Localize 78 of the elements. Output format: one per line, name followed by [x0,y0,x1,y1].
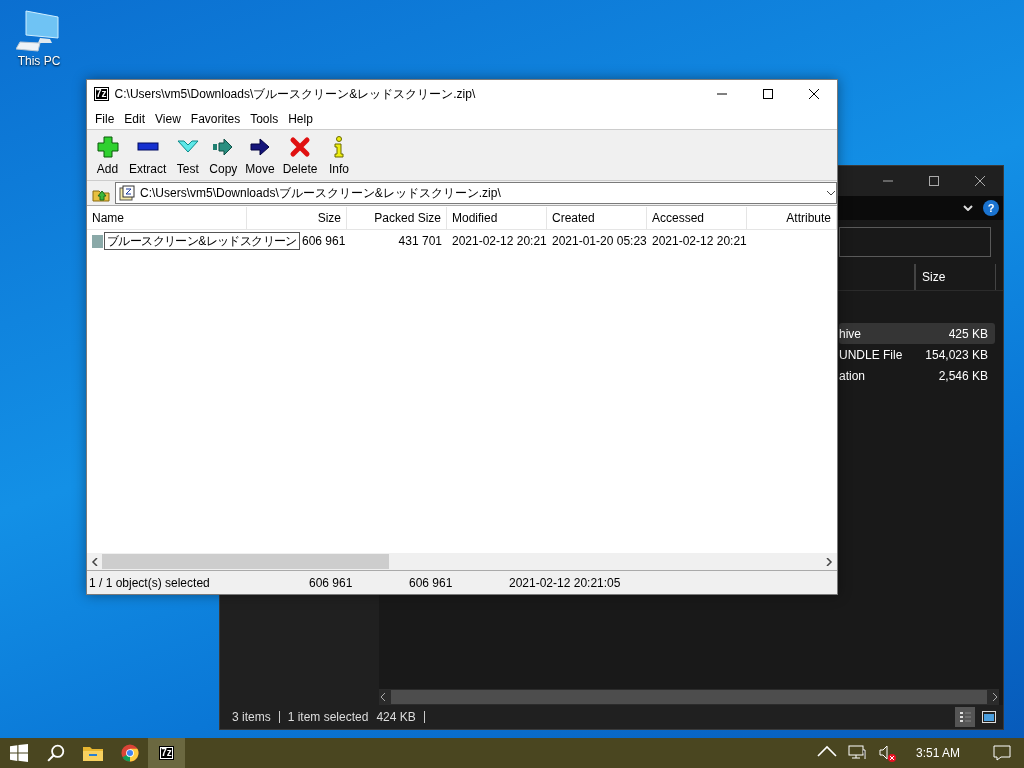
scroll-left-icon[interactable] [379,693,387,701]
status-text: 606 961 [408,575,454,590]
close-icon [975,176,985,186]
status-text: 606 961 [308,575,354,590]
column-header[interactable]: Size [247,207,347,229]
window-icon [982,711,996,723]
table-cell-text: 2021-01-20 05:23 [551,234,647,248]
plus-icon [95,134,120,159]
menu-item[interactable]: Tools [245,111,284,126]
table-cell-text: 431 701 [397,234,443,248]
scrollbar-thumb[interactable] [391,690,987,704]
browser-logo-icon [119,744,140,762]
menu-item[interactable]: Edit [119,111,151,126]
scrollbar-thumb[interactable] [102,554,389,569]
file-row[interactable]: hive 425 KB [839,323,995,344]
file-row[interactable]: UNDLE File 154,023 KB [839,344,995,365]
menu-item[interactable]: File [90,111,120,126]
maximize-icon [929,176,939,186]
list-icon [959,711,971,723]
clock[interactable]: 3:51 AM [915,746,960,760]
folder-icon [82,744,103,762]
scroll-right-icon[interactable] [991,693,999,701]
rename-field[interactable]: ブルースクリーン&レッドスクリーン [104,232,300,250]
file-type: ation [839,368,867,383]
computer-icon[interactable] [16,8,62,52]
status-text: 424 KB [376,710,416,724]
horizontal-scrollbar[interactable] [379,689,999,705]
speech-bubble-icon [993,744,1011,762]
column-header[interactable]: Created [547,207,647,229]
status-text: 3 items [232,710,271,724]
search-icon [45,744,66,762]
details-view-button[interactable] [955,707,975,727]
column-header[interactable]: Modified [447,207,547,229]
move-button[interactable]: Move [241,134,279,176]
add-button[interactable]: Add [90,134,125,176]
app-logo: 7z [94,87,109,101]
column-header[interactable]: Accessed [647,207,747,229]
copy-button[interactable]: Copy [205,134,242,176]
delete-button[interactable]: Delete [278,134,322,176]
column-header[interactable]: Attribute [747,207,837,229]
info-button[interactable]: Info [321,134,357,176]
menu-item[interactable]: Help [283,111,318,126]
horizontal-scrollbar[interactable] [87,553,837,570]
menu-item[interactable]: View [150,111,186,126]
file-type: UNDLE File [839,347,904,362]
archiver-button[interactable]: 7z [148,738,185,768]
table-cell: 606 961 [302,234,347,248]
status-text: 1 item selected [287,710,369,724]
search-field[interactable] [839,227,991,257]
file-type: hive [839,326,862,341]
chevron-down-icon[interactable] [963,205,973,211]
file-size: 2,546 KB [937,368,988,383]
desktop-icon-label[interactable]: This PC [17,54,61,68]
column-header[interactable]: Size [915,264,996,290]
dropdown-icon[interactable] [826,190,836,196]
address-field[interactable]: C:\Users\vm5\Downloads\ブルースクリーン&レッドスクリーン.zip\ [115,182,837,204]
column-header[interactable]: Name [87,207,247,229]
extract-button[interactable]: Extract [125,134,171,176]
file-icon [92,234,103,248]
table-cell-text: 2021-02-12 20:21 [451,234,547,248]
maximize-icon [763,89,773,99]
windows-logo-icon [8,744,29,762]
archive-icon [119,185,135,201]
column-header[interactable]: Packed Size [347,207,447,229]
file-size: 425 KB [947,326,988,341]
scroll-left-icon[interactable] [91,557,99,566]
window-title: C:\Users\vm5\Downloads\ブルースクリーン&レッドスクリーン.zip\ [114,85,477,103]
close-icon [809,89,819,99]
table-cell-text: 2021-02-12 20:21 [651,234,747,248]
menu-item[interactable]: Favorites [185,111,246,126]
file-row[interactable]: ation 2,546 KB [839,365,995,386]
muted-badge [887,754,896,762]
scroll-right-icon[interactable] [825,557,833,566]
test-button[interactable]: Test [170,134,206,176]
help-button[interactable]: ? [983,200,999,216]
file-size: 154,023 KB [924,347,988,362]
status-text: 2021-02-12 20:21:05 [508,575,622,590]
status-text: 1 / 1 object(s) selected [88,575,211,590]
